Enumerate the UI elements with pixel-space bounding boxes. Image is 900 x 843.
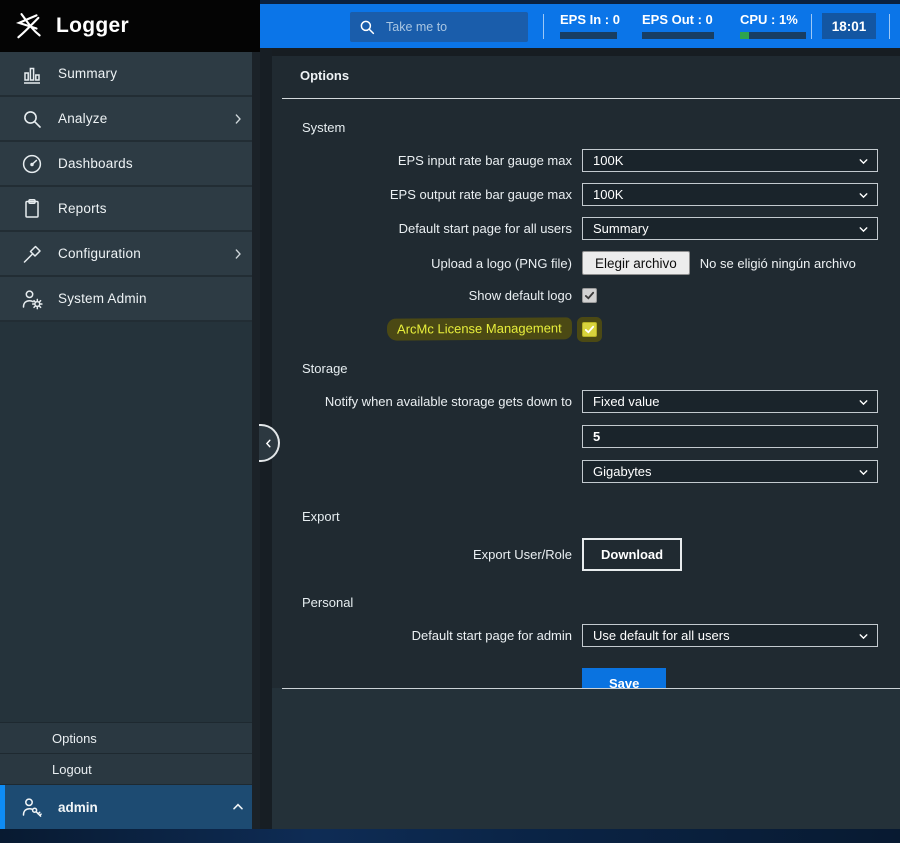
topbar-divider: [889, 14, 890, 39]
sidebar-footer-label: Logout: [52, 762, 92, 777]
sidebar-item-reports[interactable]: Reports: [0, 187, 260, 232]
main-content: Options System EPS input rate bar gauge …: [260, 48, 900, 829]
storage-notify-mode-select[interactable]: Fixed value: [582, 390, 878, 413]
chevron-down-icon: [857, 466, 870, 479]
field-row: [302, 425, 900, 448]
user-gear-icon: [20, 287, 44, 311]
section-heading-system: System: [302, 120, 900, 135]
field-label: Default start page for all users: [302, 221, 572, 236]
sidebar-item-label: Analyze: [58, 111, 107, 126]
sidebar-item-label: System Admin: [58, 291, 147, 306]
field-label: EPS output rate bar gauge max: [302, 187, 572, 202]
chevron-down-icon: [857, 630, 870, 643]
section-heading-storage: Storage: [302, 361, 900, 376]
bar-chart-icon: [20, 62, 44, 86]
sidebar-item-options[interactable]: Options: [0, 722, 260, 753]
cpu-stat: CPU : 1%: [740, 12, 806, 39]
field-label: EPS input rate bar gauge max: [302, 153, 572, 168]
eps-output-max-select[interactable]: 100K: [582, 183, 878, 206]
sidebar-item-dashboards[interactable]: Dashboards: [0, 142, 260, 187]
section-heading-personal: Personal: [302, 595, 900, 610]
sidebar-item-label: Reports: [58, 201, 107, 216]
check-icon: [584, 290, 595, 301]
topbar: EPS In : 0 EPS Out : 0 CPU : 1% 18:01: [260, 0, 900, 48]
eps-in-gauge: [560, 32, 617, 39]
chevron-down-icon: [857, 396, 870, 409]
default-start-all-users-select[interactable]: Summary: [582, 217, 878, 240]
field-row: Default start page for all users Summary: [302, 217, 900, 240]
eps-input-max-select[interactable]: 100K: [582, 149, 878, 172]
sidebar-item-summary[interactable]: Summary: [0, 52, 260, 97]
user-key-icon: [20, 795, 44, 819]
topbar-divider: [543, 14, 544, 39]
bottom-strip: [0, 829, 900, 843]
user-name: admin: [58, 800, 98, 815]
sidebar-spacer: [0, 322, 260, 722]
sidebar-menu: Summary Analyze Dashboards: [0, 52, 260, 322]
chevron-down-icon: [857, 189, 870, 202]
storage-unit-select[interactable]: Gigabytes: [582, 460, 878, 483]
title-divider: [282, 98, 900, 99]
field-label: Notify when available storage gets down …: [302, 394, 572, 409]
field-row: Show default logo: [302, 288, 900, 303]
content-footer-area: [272, 688, 900, 829]
search-icon: [358, 18, 376, 36]
logo-band: Logger: [0, 0, 260, 52]
sidebar-footer-label: Options: [52, 731, 97, 746]
section-heading-export: Export: [302, 509, 900, 524]
chevron-left-icon: [262, 437, 275, 450]
choose-file-button[interactable]: Elegir archivo: [582, 251, 690, 275]
chevron-right-icon: [230, 111, 246, 127]
topbar-divider: [811, 14, 812, 39]
sidebar-item-label: Dashboards: [58, 156, 133, 171]
field-row: EPS output rate bar gauge max 100K: [302, 183, 900, 206]
download-button[interactable]: Download: [582, 538, 682, 571]
page-title: Options: [300, 68, 900, 83]
field-label: Default start page for admin: [302, 628, 572, 643]
sidebar-item-configuration[interactable]: Configuration: [0, 232, 260, 277]
eps-out-gauge: [642, 32, 714, 39]
file-status-text: No se eligió ningún archivo: [700, 256, 856, 271]
field-label: Upload a logo (PNG file): [302, 256, 572, 271]
arcmc-license-checkbox[interactable]: [582, 322, 597, 337]
field-label: Export User/Role: [302, 547, 572, 562]
sidebar-user-admin[interactable]: admin: [0, 784, 260, 829]
sidebar-item-system-admin[interactable]: System Admin: [0, 277, 260, 322]
search-icon: [20, 107, 44, 131]
gauge-icon: [20, 152, 44, 176]
field-row: Gigabytes: [302, 460, 900, 483]
wrench-icon: [20, 242, 44, 266]
check-icon: [584, 324, 595, 335]
chevron-down-icon: [857, 155, 870, 168]
field-row: EPS input rate bar gauge max 100K: [302, 149, 900, 172]
sidebar-item-logout[interactable]: Logout: [0, 753, 260, 784]
sidebar: Logger Summary Analyze: [0, 0, 260, 829]
field-row-highlighted: ArcMc License Management: [302, 318, 900, 340]
show-default-logo-checkbox[interactable]: [582, 288, 597, 303]
field-row: Export User/Role Download: [302, 538, 900, 571]
sidebar-item-label: Summary: [58, 66, 117, 81]
sidebar-item-analyze[interactable]: Analyze: [0, 97, 260, 142]
field-row: Notify when available storage gets down …: [302, 390, 900, 413]
default-start-admin-select[interactable]: Use default for all users: [582, 624, 878, 647]
clipboard-icon: [20, 197, 44, 221]
chevron-right-icon: [230, 246, 246, 262]
eps-out-stat: EPS Out : 0: [642, 12, 714, 39]
topbar-blue-band: EPS In : 0 EPS Out : 0 CPU : 1% 18:01: [260, 4, 900, 48]
takemeto-searchbox: [350, 12, 528, 42]
field-row: Default start page for admin Use default…: [302, 624, 900, 647]
eps-in-stat: EPS In : 0: [560, 12, 620, 39]
logger-logo-icon: [14, 11, 44, 41]
field-label: Show default logo: [302, 288, 572, 303]
sidebar-item-label: Configuration: [58, 246, 141, 261]
app-title: Logger: [56, 14, 129, 38]
clock: 18:01: [822, 13, 876, 39]
field-row: Upload a logo (PNG file) Elegir archivo …: [302, 251, 900, 275]
search-input[interactable]: [386, 12, 524, 42]
storage-threshold-input[interactable]: [582, 425, 878, 448]
field-label-highlighted: ArcMc License Management: [302, 318, 572, 340]
chevron-down-icon: [857, 223, 870, 236]
cpu-gauge: [740, 32, 806, 39]
chevron-up-icon: [230, 799, 246, 815]
